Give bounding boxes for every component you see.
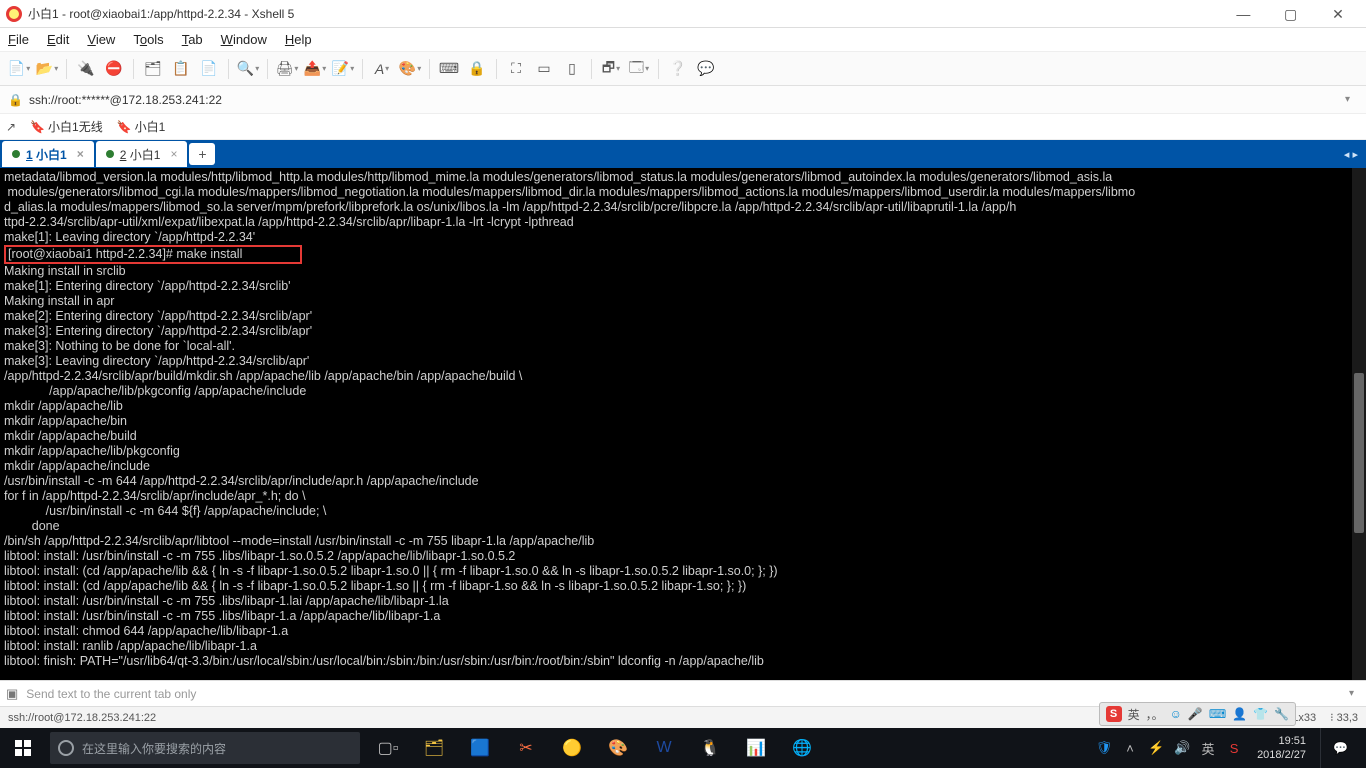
ime-skin-icon[interactable]: 👕 bbox=[1253, 707, 1268, 721]
print-button[interactable]: 🖨▾ bbox=[274, 56, 300, 82]
ime-punc[interactable]: ，。 bbox=[1146, 706, 1164, 723]
menu-window[interactable]: Window bbox=[221, 32, 267, 47]
bookmark-icon: 🔖 bbox=[30, 120, 45, 134]
tab-close-button[interactable]: × bbox=[77, 147, 84, 161]
minimize-button[interactable]: — bbox=[1221, 0, 1265, 28]
tab-add-button[interactable]: + bbox=[189, 143, 215, 165]
sessions-bar: ↗ 🔖小白1无线 🔖小白1 bbox=[0, 114, 1366, 140]
start-button[interactable] bbox=[0, 728, 46, 768]
tray-sogou-icon[interactable]: S bbox=[1225, 739, 1243, 757]
tab-1[interactable]: 1 小白1 × bbox=[2, 141, 94, 167]
cascade-button[interactable]: 🗗▾ bbox=[598, 56, 624, 82]
about-button[interactable]: 💬 bbox=[693, 56, 719, 82]
status-pos: ⁝ 33,3 bbox=[1330, 711, 1358, 724]
status-dot-icon bbox=[12, 150, 20, 158]
arrange-button[interactable]: 🗔▾ bbox=[626, 56, 652, 82]
ime-lang[interactable]: 英 bbox=[1128, 706, 1140, 723]
menu-edit[interactable]: Edit bbox=[47, 32, 69, 47]
tray-network-icon[interactable]: ⚡ bbox=[1147, 739, 1165, 757]
taskbar-app-unknown2[interactable]: 🌐 bbox=[780, 728, 824, 768]
windows-logo-icon bbox=[15, 740, 31, 756]
status-dot-icon bbox=[106, 150, 114, 158]
tray-chevron-icon[interactable]: ˄ bbox=[1121, 739, 1139, 757]
menu-view[interactable]: View bbox=[87, 32, 115, 47]
tab-close-button[interactable]: × bbox=[170, 147, 177, 161]
fullscreen-button[interactable]: ⛶ bbox=[503, 56, 529, 82]
menu-file[interactable]: File bbox=[8, 32, 29, 47]
copy-button[interactable]: 📋 bbox=[168, 56, 194, 82]
taskbar-app-unknown1[interactable]: 📊 bbox=[734, 728, 778, 768]
sogou-icon: S bbox=[1106, 706, 1122, 722]
terminal[interactable]: metadata/libmod_version.la modules/http/… bbox=[0, 168, 1366, 680]
input-send-icon[interactable]: ▣ bbox=[6, 686, 18, 702]
lock-button[interactable]: 🔒 bbox=[464, 56, 490, 82]
address-url[interactable]: ssh://root:******@172.18.253.241:22 bbox=[29, 93, 1331, 107]
tray-clock[interactable]: 19:51 2018/2/27 bbox=[1251, 734, 1312, 762]
input-field[interactable]: Send text to the current tab only bbox=[26, 687, 1335, 701]
properties-button[interactable]: 🗂 bbox=[140, 56, 166, 82]
tray-shield-icon[interactable]: 🛡 bbox=[1095, 739, 1113, 757]
paste-button[interactable]: 📄 bbox=[196, 56, 222, 82]
taskbar-app-vbox[interactable]: 🟦 bbox=[458, 728, 502, 768]
maximize-button[interactable]: ▢ bbox=[1269, 0, 1313, 28]
color-button[interactable]: 🎨▾ bbox=[397, 56, 423, 82]
window-title: 小白1 - root@xiaobai1:/app/httpd-2.2.34 - … bbox=[28, 5, 294, 22]
taskbar-app-qq[interactable]: 🐧 bbox=[688, 728, 732, 768]
font-button[interactable]: A▾ bbox=[369, 56, 395, 82]
bookmark-2[interactable]: 🔖小白1 bbox=[117, 118, 166, 135]
tray-ime-icon[interactable]: 英 bbox=[1199, 739, 1217, 757]
tab-2[interactable]: 2 小白1 × bbox=[96, 141, 188, 167]
ime-user-icon[interactable]: 👤 bbox=[1232, 707, 1247, 721]
ime-emoji-icon[interactable]: ☺ bbox=[1170, 707, 1182, 721]
system-tray: 🛡 ˄ ⚡ 🔊 英 S 19:51 2018/2/27 💬 bbox=[1095, 728, 1366, 768]
terminal-scrollbar[interactable] bbox=[1352, 168, 1366, 680]
open-session-button[interactable]: 📂▾ bbox=[34, 56, 60, 82]
tile-h-button[interactable]: ▭ bbox=[531, 56, 557, 82]
disconnect-button[interactable]: ⛔ bbox=[101, 56, 127, 82]
taskbar-app-explorer[interactable]: 🗂 bbox=[412, 728, 456, 768]
quick-connect-icon[interactable]: ↗ bbox=[6, 120, 16, 134]
taskbar-app-xshell[interactable]: 🟡 bbox=[550, 728, 594, 768]
tabs-bar: 1 小白1 × 2 小白1 × + ◂ ▸ bbox=[0, 140, 1366, 168]
address-dropdown[interactable]: ▾ bbox=[1337, 94, 1358, 105]
bookmark-1[interactable]: 🔖小白1无线 bbox=[30, 118, 103, 135]
tile-v-button[interactable]: ▯ bbox=[559, 56, 585, 82]
window-titlebar: 小白1 - root@xiaobai1:/app/httpd-2.2.34 - … bbox=[0, 0, 1366, 28]
reconnect-button[interactable]: 🔌 bbox=[73, 56, 99, 82]
tabs-menu-button[interactable]: ◂ ▸ bbox=[1344, 148, 1366, 161]
address-bar: 🔒 ssh://root:******@172.18.253.241:22 ▾ bbox=[0, 86, 1366, 114]
cortana-icon bbox=[58, 740, 74, 756]
ime-tool-icon[interactable]: 🔧 bbox=[1274, 707, 1289, 721]
taskbar-search[interactable]: 在这里输入你要搜索的内容 bbox=[50, 732, 360, 764]
menu-tools[interactable]: Tools bbox=[133, 32, 163, 47]
status-connection: ssh://root@172.18.253.241:22 bbox=[8, 712, 156, 724]
help-button[interactable]: ❔ bbox=[665, 56, 691, 82]
taskbar-app-snipping[interactable]: ✂ bbox=[504, 728, 548, 768]
menu-tab[interactable]: Tab bbox=[182, 32, 203, 47]
search-placeholder: 在这里输入你要搜索的内容 bbox=[82, 740, 226, 757]
toolbar: 📄▾ 📂▾ 🔌 ⛔ 🗂 📋 📄 🔍▾ 🖨▾ 📤▾ 📝▾ A▾ 🎨▾ ⌨ 🔒 ⛶ … bbox=[0, 52, 1366, 86]
transfer-button[interactable]: 📤▾ bbox=[302, 56, 328, 82]
ime-keyboard-icon[interactable]: ⌨ bbox=[1209, 707, 1226, 721]
tray-volume-icon[interactable]: 🔊 bbox=[1173, 739, 1191, 757]
ime-mic-icon[interactable]: 🎤 bbox=[1188, 707, 1203, 721]
bookmark-icon: 🔖 bbox=[117, 120, 132, 134]
lock-icon: 🔒 bbox=[8, 93, 23, 107]
menubar: File Edit View Tools Tab Window Help bbox=[0, 28, 1366, 52]
close-button[interactable]: ✕ bbox=[1316, 0, 1360, 28]
windows-taskbar: 在这里输入你要搜索的内容 ▢▫ 🗂 🟦 ✂ 🟡 🎨 W 🐧 📊 🌐 🛡 ˄ ⚡ … bbox=[0, 728, 1366, 768]
find-button[interactable]: 🔍▾ bbox=[235, 56, 261, 82]
menu-help[interactable]: Help bbox=[285, 32, 312, 47]
task-view-button[interactable]: ▢▫ bbox=[366, 728, 410, 768]
tray-notifications-button[interactable]: 💬 bbox=[1320, 728, 1360, 768]
new-session-button[interactable]: 📄▾ bbox=[6, 56, 32, 82]
taskbar-app-paint[interactable]: 🎨 bbox=[596, 728, 640, 768]
keymap-button[interactable]: ⌨ bbox=[436, 56, 462, 82]
ime-bar[interactable]: S 英 ，。 ☺ 🎤 ⌨ 👤 👕 🔧 bbox=[1099, 702, 1296, 726]
input-dropdown[interactable]: ▾ bbox=[1343, 688, 1360, 699]
app-icon bbox=[6, 6, 22, 22]
compose-button[interactable]: 📝▾ bbox=[330, 56, 356, 82]
taskbar-app-word[interactable]: W bbox=[642, 728, 686, 768]
